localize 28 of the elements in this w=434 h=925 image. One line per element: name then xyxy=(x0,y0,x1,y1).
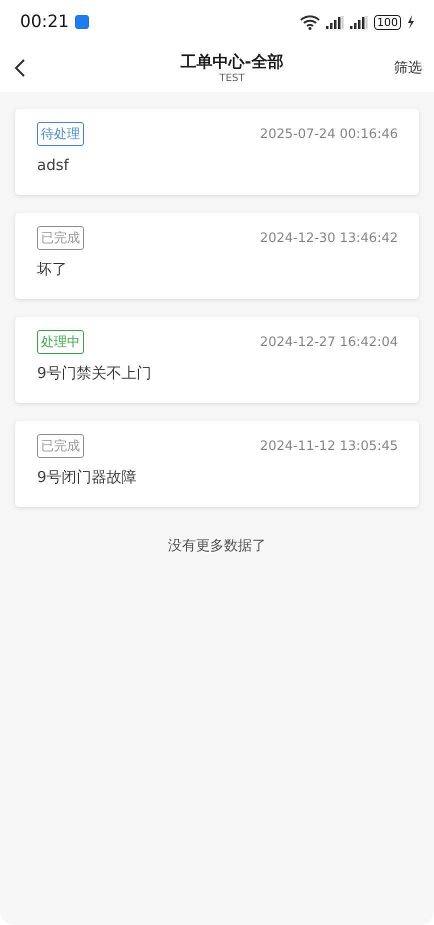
order-title: 坏了 xyxy=(37,260,68,279)
order-time: 2024-12-30 13:46:42 xyxy=(260,230,398,246)
page-subtitle: TEST xyxy=(220,73,244,84)
order-card[interactable]: 已完成 2024-11-12 13:05:45 9号闭门器故障 xyxy=(15,421,419,507)
order-card[interactable]: 处理中 2024-12-27 16:42:04 9号门禁关不上门 xyxy=(15,317,419,403)
charging-icon xyxy=(407,15,414,29)
back-icon xyxy=(14,58,26,78)
app-notification-icon xyxy=(75,15,89,29)
battery-level: 100 xyxy=(374,14,401,30)
order-time: 2025-07-24 00:16:46 xyxy=(260,126,398,142)
wifi-icon xyxy=(300,14,320,30)
filter-button[interactable]: 筛选 xyxy=(394,55,422,81)
order-title: 9号门禁关不上门 xyxy=(37,364,153,383)
order-time: 2024-12-27 16:42:04 xyxy=(260,334,398,350)
clock-time: 00:21 xyxy=(20,12,69,32)
status-tag: 待处理 xyxy=(37,122,84,146)
page-title: 工单中心-全部 xyxy=(180,52,284,73)
order-title: adsf xyxy=(37,156,70,174)
order-card[interactable]: 已完成 2024-12-30 13:46:42 坏了 xyxy=(15,213,419,299)
order-card[interactable]: 待处理 2025-07-24 00:16:46 adsf xyxy=(15,109,419,195)
status-tag: 已完成 xyxy=(37,226,84,250)
status-tag: 处理中 xyxy=(37,330,84,354)
signal-icon xyxy=(350,16,368,28)
no-more-text: 没有更多数据了 xyxy=(167,537,267,555)
order-time: 2024-11-12 13:05:45 xyxy=(260,438,398,454)
signal-icon xyxy=(326,16,344,28)
status-tag: 已完成 xyxy=(37,434,84,458)
order-title: 9号闭门器故障 xyxy=(37,468,138,487)
